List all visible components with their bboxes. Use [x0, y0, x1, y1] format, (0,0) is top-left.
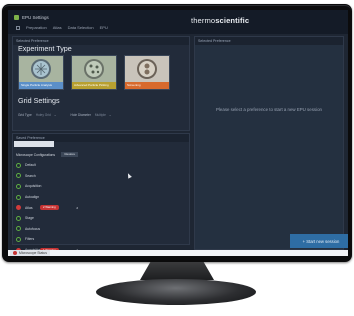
task-tab-microscope-status[interactable]: Microscope Status [10, 250, 50, 256]
experiment-card-spa[interactable]: Single Particle Analysis [18, 55, 64, 90]
grid-fields: Grid Type Holey Grid ⌄ Hole Diameter Multip… [18, 113, 112, 117]
status-warning-icon [16, 205, 21, 211]
monitor-stand-base [96, 279, 256, 305]
list-item[interactable]: Search [14, 171, 80, 182]
grid-image-icon [125, 56, 169, 82]
taskbar [8, 250, 348, 256]
list-item[interactable]: Acquisition [14, 181, 80, 192]
status-icon [13, 251, 17, 255]
warning-count: 2 [76, 205, 78, 210]
list-item[interactable]: Default [14, 160, 80, 171]
list-item[interactable]: Filters [14, 234, 80, 245]
grid-image-icon [72, 56, 116, 82]
status-ok-icon [16, 162, 21, 168]
list-item[interactable]: Atlas 2 Warning 2 [14, 202, 80, 213]
grid-type-field[interactable]: Grid Type Holey Grid ⌄ [18, 113, 57, 117]
menu-item-preparation[interactable]: Preparation [26, 25, 47, 30]
session-panel: Selected Preference [194, 36, 344, 250]
hole-diameter-field[interactable]: Hole Diameter Multiple ⌄ [71, 113, 112, 117]
title-bar: EPU Settings Preparation Atlas Data Sele… [8, 10, 348, 34]
menu-item-data-selection[interactable]: Data Selection [68, 25, 94, 30]
card-label: Advanced Particle Picking [72, 82, 116, 89]
card-label: Single Particle Analysis [19, 82, 63, 89]
status-ok-icon [16, 226, 21, 232]
grid-settings-title: Grid Settings [18, 96, 60, 105]
search-input[interactable] [14, 141, 54, 147]
home-icon[interactable] [16, 25, 20, 30]
list-item[interactable]: Autofocus [14, 224, 80, 235]
menu-item-atlas[interactable]: Atlas [53, 25, 62, 30]
experiment-cards: Single Particle Analysis Advanced Partic… [18, 55, 170, 90]
status-ok-icon [16, 236, 21, 242]
grid-image-icon [19, 56, 63, 82]
start-new-session-button[interactable]: + Start new session [290, 234, 348, 248]
list-item[interactable]: Stage [14, 213, 80, 224]
warning-badge: 2 Warning [40, 205, 59, 211]
chevron-down-icon: ⌄ [108, 113, 112, 117]
chevron-down-icon: ⌄ [53, 113, 57, 117]
status-ok-icon [16, 194, 21, 200]
categories-header: Microscope Configurations Restore [14, 151, 80, 158]
list-item[interactable]: Autoalign [14, 192, 80, 203]
monitor-screen: EPU Settings Preparation Atlas Data Sele… [8, 10, 348, 256]
restore-button[interactable]: Restore [61, 152, 78, 157]
monitor-stand-neck [140, 262, 214, 280]
brand-logo: thermoscientific [191, 16, 250, 25]
app-logo-icon [14, 15, 19, 20]
card-label: Screening [125, 82, 169, 89]
categories-title: Microscope Configurations [16, 152, 56, 157]
status-ok-icon [16, 173, 21, 179]
menu-bar: Preparation Atlas Data Selection EPU [16, 25, 108, 30]
panel-header: Selected Preference [195, 37, 343, 45]
category-list: Default Search Acquisition Autoalign Atl… [14, 160, 80, 255]
menu-item-epu[interactable]: EPU [100, 25, 108, 30]
experiment-type-title: Experiment Type [18, 44, 72, 53]
experiment-card-picking[interactable]: Advanced Particle Picking [71, 55, 117, 90]
empty-state-text: Please select a preference to start a ne… [216, 107, 322, 112]
status-ok-icon [16, 215, 21, 221]
status-ok-icon [16, 183, 21, 189]
app-title: EPU Settings [22, 15, 49, 20]
experiment-card-screening[interactable]: Screening [124, 55, 170, 90]
